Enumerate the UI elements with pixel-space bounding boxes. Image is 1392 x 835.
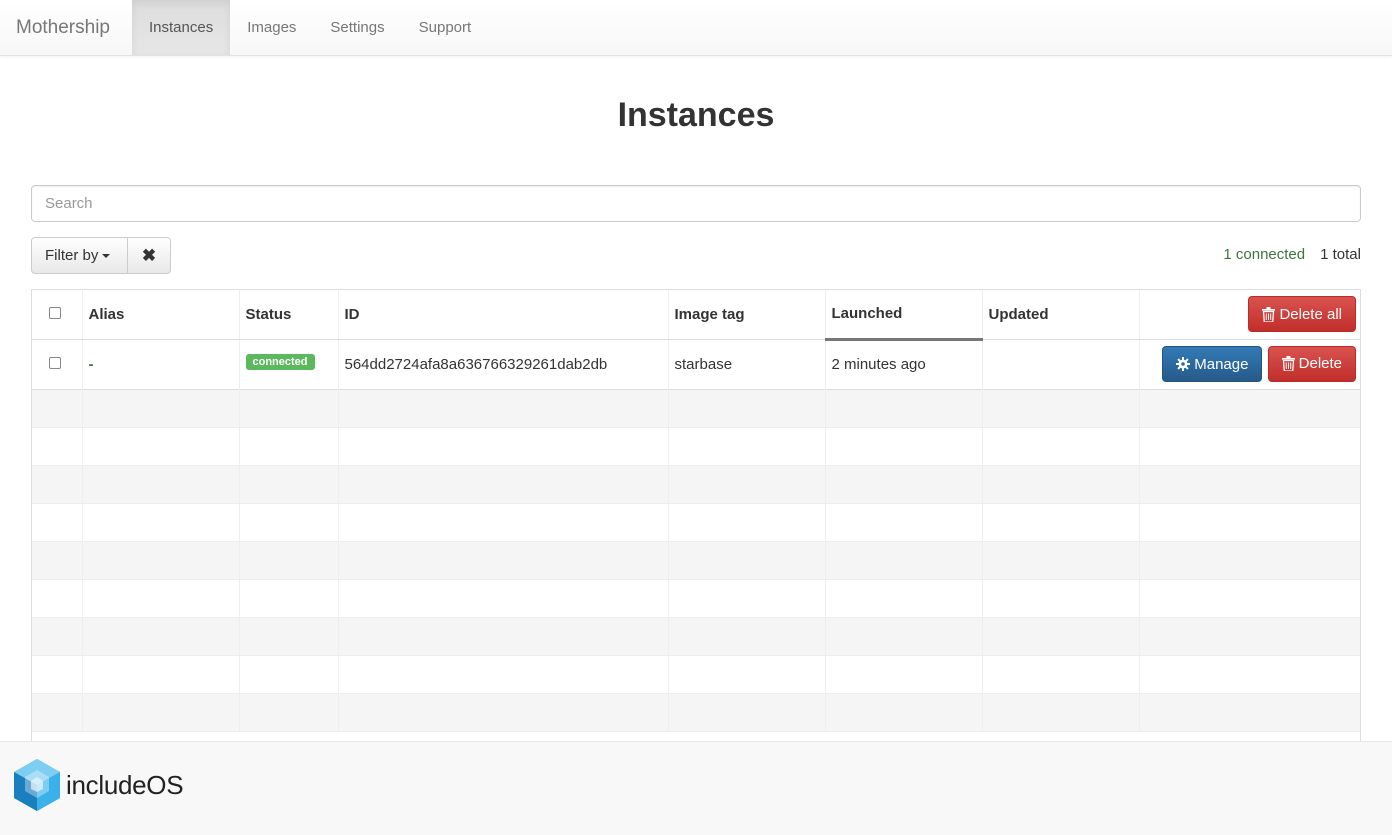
trash-icon xyxy=(1262,306,1276,322)
footer: includeOS xyxy=(0,741,1392,835)
alias-cell: - xyxy=(82,339,240,389)
status-cell: connected xyxy=(239,339,339,389)
row-actions-cell: Manage Delete xyxy=(1139,339,1360,389)
header-alias[interactable]: Alias xyxy=(82,290,240,340)
delete-all-label: Delete all xyxy=(1279,305,1342,323)
header-actions: Delete all xyxy=(1139,290,1360,340)
gear-icon xyxy=(1176,357,1191,372)
caret-down-icon xyxy=(102,253,111,258)
filter-by-label: Filter by xyxy=(45,247,99,264)
delete-button[interactable]: Delete xyxy=(1267,345,1356,382)
connected-count: 1 connected xyxy=(1223,246,1306,263)
search-input[interactable] xyxy=(31,185,1361,222)
page-title: Instances xyxy=(617,96,775,134)
instance-counts: 1 connected 1 total xyxy=(1223,246,1361,263)
empty-row xyxy=(32,693,1360,731)
header-select-all xyxy=(32,290,83,340)
nav-item-images[interactable]: Images xyxy=(230,0,313,55)
launched-cell: 2 minutes ago xyxy=(825,339,983,389)
brand[interactable]: Mothership xyxy=(0,0,132,55)
header-id[interactable]: ID xyxy=(338,290,669,340)
cube-logo-icon xyxy=(14,759,60,811)
select-all-checkbox[interactable] xyxy=(49,306,61,319)
close-icon: ✖ xyxy=(141,245,157,265)
manage-button[interactable]: Manage xyxy=(1162,346,1263,383)
logo-text-include: include xyxy=(66,769,147,800)
row-checkbox[interactable] xyxy=(49,356,61,369)
empty-row xyxy=(32,465,1360,503)
header-image-tag[interactable]: Image tag xyxy=(668,290,826,340)
empty-row xyxy=(32,579,1360,617)
nav-item-support[interactable]: Support xyxy=(402,0,489,55)
logo-text-os: OS xyxy=(146,769,184,800)
alias-value[interactable]: - xyxy=(89,356,94,373)
empty-row xyxy=(32,389,1360,427)
table-row[interactable]: - connected 564dd2724afa8a636766329261da… xyxy=(32,339,1360,389)
row-select-cell xyxy=(32,339,83,389)
trash-icon xyxy=(1281,356,1295,372)
header-status[interactable]: Status xyxy=(239,290,339,340)
status-badge: connected xyxy=(245,354,315,370)
nav-item-instances[interactable]: Instances xyxy=(132,0,231,55)
logo-text: includeOS xyxy=(66,769,184,801)
manage-label: Manage xyxy=(1194,355,1249,373)
empty-row xyxy=(32,503,1360,541)
id-cell: 564dd2724afa8a636766329261dab2db xyxy=(338,339,669,389)
instances-table: Alias Status ID Image tag Launched Updat… xyxy=(31,289,1361,741)
includeos-logo[interactable]: includeOS xyxy=(13,758,184,812)
delete-label: Delete xyxy=(1298,355,1342,373)
filter-by-button[interactable]: Filter by xyxy=(31,237,128,274)
table-header-row: Alias Status ID Image tag Launched Updat… xyxy=(32,290,1360,341)
empty-row xyxy=(32,427,1360,465)
header-updated[interactable]: Updated xyxy=(982,290,1140,340)
image-tag-cell: starbase xyxy=(668,339,826,389)
nav-item-settings[interactable]: Settings xyxy=(313,0,401,55)
header-launched[interactable]: Launched xyxy=(825,290,983,341)
clear-filter-button[interactable]: ✖ xyxy=(128,237,171,274)
empty-row xyxy=(32,655,1360,693)
empty-row xyxy=(32,617,1360,655)
filter-button-group: Filter by ✖ xyxy=(31,237,171,274)
total-count: 1 total xyxy=(1320,246,1361,263)
updated-cell xyxy=(982,339,1140,389)
delete-all-button[interactable]: Delete all xyxy=(1248,296,1356,333)
navbar: Mothership Instances Images Settings Sup… xyxy=(0,0,1392,56)
empty-row xyxy=(32,541,1360,579)
